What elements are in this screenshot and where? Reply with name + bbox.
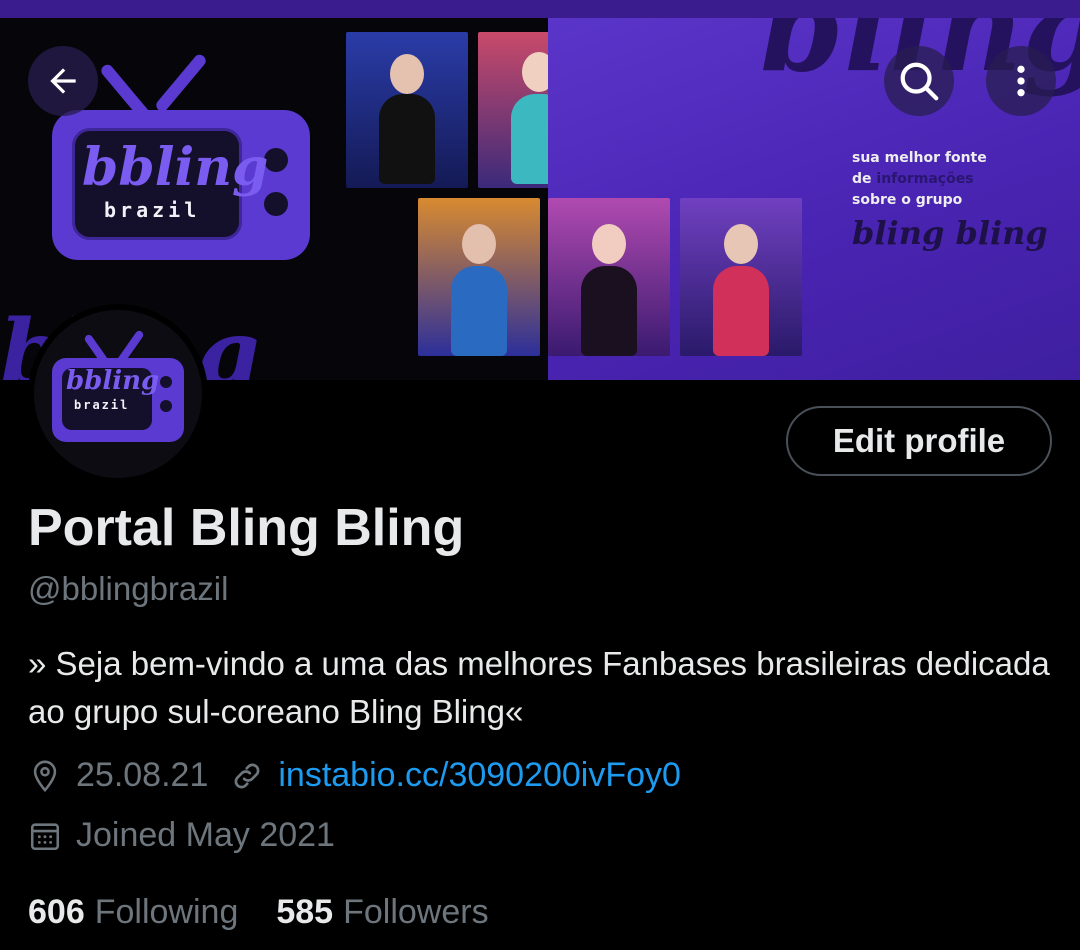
banner-brand-subtext: brazil	[104, 198, 201, 222]
link-icon	[234, 763, 260, 788]
back-button[interactable]	[28, 46, 98, 116]
profile-stats: 606 Following 585 Followers	[28, 893, 489, 932]
status-bar-strip	[0, 0, 1080, 18]
arrow-left-icon	[50, 68, 76, 94]
profile-meta-joined-row: Joined May 2021	[28, 816, 335, 855]
profile-website-link[interactable]: instabio.cc/3090200ivFoy0	[278, 756, 681, 795]
member-photo-1	[346, 32, 468, 188]
member-photo-6	[680, 198, 802, 356]
member-photo-4	[418, 198, 540, 356]
following-label: Following	[94, 893, 239, 931]
search-icon	[900, 62, 939, 101]
search-button[interactable]	[884, 46, 954, 116]
banner-tv-logo: bbling brazil	[52, 110, 310, 260]
banner-tagline: sua melhor fonte de informações sobre o …	[852, 148, 987, 211]
profile-bio: » Seja bem-vindo a uma das melhores Fanb…	[28, 645, 1050, 730]
tagline-line: sua melhor fonte	[852, 150, 987, 166]
following-stat[interactable]: 606 Following	[28, 893, 238, 932]
edit-profile-button[interactable]: Edit profile	[786, 406, 1052, 476]
tagline-line: de informações	[852, 171, 974, 187]
followers-stat[interactable]: 585 Followers	[276, 893, 488, 932]
avatar-brand-text: bbling	[66, 366, 160, 396]
followers-label: Followers	[343, 893, 489, 931]
profile-name: Portal Bling Bling	[28, 499, 465, 557]
member-photo-5	[548, 198, 670, 356]
more-options-button[interactable]	[986, 46, 1056, 116]
profile-location: 25.08.21	[76, 756, 209, 794]
avatar[interactable]: bbling brazil	[28, 304, 208, 484]
avatar-brand-subtext: brazil	[74, 398, 130, 412]
profile-meta-location-row: 25.08.21 instabio.cc/3090200ivFoy0	[28, 756, 681, 795]
followers-count: 585	[276, 893, 334, 931]
following-count: 606	[28, 893, 85, 931]
tagline-line: sobre o grupo	[852, 192, 963, 208]
calendar-icon	[30, 822, 60, 850]
banner-script-text: bling bling	[852, 214, 1048, 252]
tv-antenna-right	[153, 52, 209, 114]
more-vertical-icon	[1017, 65, 1025, 97]
location-pin-icon	[33, 760, 57, 792]
profile-handle: @bblingbrazil	[28, 570, 229, 607]
banner-brand-text: bbling	[82, 137, 269, 198]
profile-joined-date: Joined May 2021	[76, 816, 335, 854]
avatar-image: bbling brazil	[34, 310, 202, 478]
